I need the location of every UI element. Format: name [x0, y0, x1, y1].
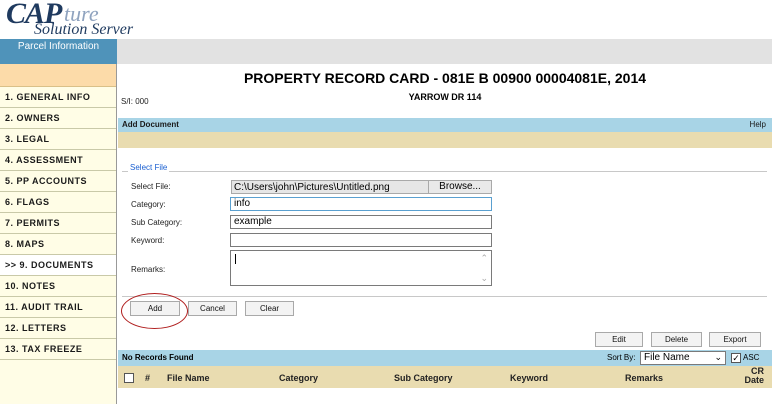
- sidebar-item-documents[interactable]: >> 9. DOCUMENTS: [0, 255, 116, 276]
- property-address: YARROW DR 114: [408, 92, 482, 102]
- tab-parcel-information[interactable]: Parcel Information: [0, 39, 117, 64]
- page-title: PROPERTY RECORD CARD - 081E B 00900 0000…: [243, 70, 647, 86]
- sidebar-item-flags[interactable]: 6. FLAGS: [0, 192, 116, 213]
- sidebar-header: [0, 64, 116, 87]
- scroll-up-icon[interactable]: ⌃: [480, 253, 488, 264]
- subcategory-input[interactable]: example: [230, 215, 492, 229]
- col-remarks[interactable]: Remarks: [625, 373, 663, 383]
- sidebar: 1. GENERAL INFO 2. OWNERS 3. LEGAL 4. AS…: [0, 64, 117, 404]
- sidebar-item-owners[interactable]: 2. OWNERS: [0, 108, 116, 129]
- col-number[interactable]: #: [145, 373, 150, 383]
- browse-button[interactable]: Browse...: [428, 180, 492, 194]
- sidebar-item-assessment[interactable]: 4. ASSESSMENT: [0, 150, 116, 171]
- sidebar-item-maps[interactable]: 8. MAPS: [0, 234, 116, 255]
- col-file-name[interactable]: File Name: [167, 373, 210, 383]
- remarks-textarea[interactable]: ⌃ ⌄: [230, 250, 492, 286]
- sf-label: S/I: 000: [121, 97, 149, 106]
- list-header: No Records Found Sort By: File Name ⌄ ✓ …: [118, 350, 772, 366]
- col-keyword[interactable]: Keyword: [510, 373, 548, 383]
- help-link[interactable]: Help: [750, 120, 766, 129]
- panel-header: Add Document Help: [118, 118, 772, 132]
- select-file-label: Select File:: [131, 182, 171, 191]
- category-input[interactable]: info: [230, 197, 492, 211]
- panel-subheader: [118, 132, 772, 148]
- list-status: No Records Found: [122, 353, 194, 362]
- subcategory-label: Sub Category:: [131, 218, 183, 227]
- app-logo: CAP ture Solution Server: [4, 0, 194, 38]
- cancel-button[interactable]: Cancel: [188, 301, 237, 316]
- panel-title: Add Document: [122, 120, 179, 129]
- sidebar-item-letters[interactable]: 12. LETTERS: [0, 318, 116, 339]
- text-caret: [235, 254, 236, 264]
- sidebar-item-audit-trail[interactable]: 11. AUDIT TRAIL: [0, 297, 116, 318]
- sort-by-value: File Name: [644, 352, 690, 363]
- sort-by-label: Sort By:: [607, 353, 636, 362]
- keyword-label: Keyword:: [131, 236, 165, 245]
- delete-button[interactable]: Delete: [651, 332, 702, 347]
- sort-by-select[interactable]: File Name ⌄: [640, 351, 726, 365]
- sidebar-item-tax-freeze[interactable]: 13. TAX FREEZE: [0, 339, 116, 360]
- logo-solution-server: Solution Server: [34, 21, 134, 38]
- add-button[interactable]: Add: [130, 301, 180, 316]
- fieldset-legend: Select File: [128, 163, 170, 172]
- export-button[interactable]: Export: [709, 332, 761, 347]
- remarks-label: Remarks:: [131, 265, 166, 274]
- sidebar-item-pp-accounts[interactable]: 5. PP ACCOUNTS: [0, 171, 116, 192]
- clear-button[interactable]: Clear: [245, 301, 294, 316]
- col-sub-category[interactable]: Sub Category: [394, 373, 453, 383]
- sidebar-item-legal[interactable]: 3. LEGAL: [0, 129, 116, 150]
- col-category[interactable]: Category: [279, 373, 318, 383]
- category-label: Category:: [131, 200, 166, 209]
- table-column-header: # File Name Category Sub Category Keywor…: [118, 366, 772, 388]
- sidebar-item-permits[interactable]: 7. PERMITS: [0, 213, 116, 234]
- asc-label: ASC: [743, 353, 760, 362]
- edit-button[interactable]: Edit: [595, 332, 643, 347]
- keyword-input[interactable]: [230, 233, 492, 247]
- file-path-field[interactable]: C:\Users\john\Pictures\Untitled.png: [231, 180, 429, 194]
- col-cr-date[interactable]: CR Date: [740, 367, 764, 385]
- scroll-down-icon[interactable]: ⌄: [480, 273, 488, 284]
- sidebar-item-notes[interactable]: 10. NOTES: [0, 276, 116, 297]
- select-all-checkbox[interactable]: [124, 373, 134, 383]
- main-content: PROPERTY RECORD CARD - 081E B 00900 0000…: [118, 64, 772, 404]
- chevron-down-icon: ⌄: [714, 352, 722, 362]
- sidebar-item-general-info[interactable]: 1. GENERAL INFO: [0, 87, 116, 108]
- asc-checkbox[interactable]: ✓: [731, 353, 741, 363]
